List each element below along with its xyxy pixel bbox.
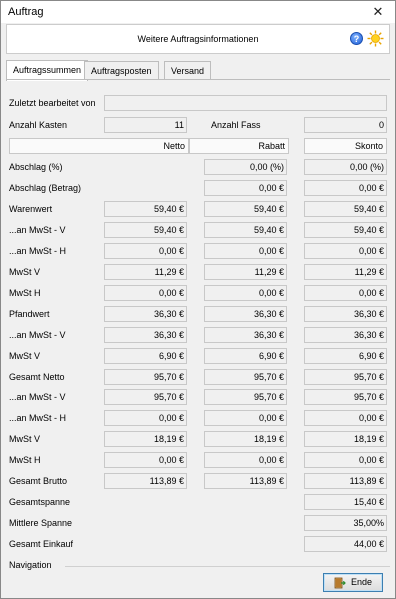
row-value-rabatt: 0,00 € bbox=[204, 410, 287, 426]
row-label: Gesamt Einkauf bbox=[9, 539, 74, 549]
title-bar: Auftrag ✕ bbox=[1, 1, 395, 23]
row-value-netto: 36,30 € bbox=[104, 327, 187, 343]
row-label: ...an MwSt - H bbox=[9, 246, 67, 256]
row-value-rabatt: 0,00 € bbox=[204, 243, 287, 259]
row-value-skonto: 0,00 € bbox=[304, 285, 387, 301]
row-value-skonto: 18,19 € bbox=[304, 431, 387, 447]
row-label: MwSt V bbox=[9, 434, 41, 444]
row-value-netto: 36,30 € bbox=[104, 306, 187, 322]
row-value-skonto: 95,70 € bbox=[304, 369, 387, 385]
anzahl-kasten-field: 11 bbox=[104, 117, 187, 133]
row-label: MwSt V bbox=[9, 351, 41, 361]
row-label: MwSt H bbox=[9, 455, 41, 465]
header-title: Weitere Auftragsinformationen bbox=[137, 34, 259, 44]
row-value-skonto: 59,40 € bbox=[304, 222, 387, 238]
exit-door-icon bbox=[334, 577, 346, 589]
row-label: Mittlere Spanne bbox=[9, 518, 73, 528]
row-value-netto: 113,89 € bbox=[104, 473, 187, 489]
row-value-netto: 6,90 € bbox=[104, 348, 187, 364]
row-label: ...an MwSt - V bbox=[9, 392, 66, 402]
navigation-label: Navigation bbox=[9, 560, 52, 570]
row-value-skonto: 11,29 € bbox=[304, 264, 387, 280]
row-value-rabatt: 0,00 € bbox=[204, 180, 287, 196]
row-value-rabatt: 0,00 € bbox=[204, 452, 287, 468]
row-value-skonto: 0,00 € bbox=[304, 243, 387, 259]
row-value-rabatt: 95,70 € bbox=[204, 369, 287, 385]
row-label: Gesamtspanne bbox=[9, 497, 71, 507]
row-value-netto: 95,70 € bbox=[104, 389, 187, 405]
row-label: ...an MwSt - V bbox=[9, 330, 66, 340]
row-value-rabatt: 36,30 € bbox=[204, 327, 287, 343]
last-edited-label: Zuletzt bearbeitet von bbox=[9, 98, 96, 108]
row-label: ...an MwSt - H bbox=[9, 413, 67, 423]
row-value-netto: 11,29 € bbox=[104, 264, 187, 280]
row-value-skonto: 44,00 € bbox=[304, 536, 387, 552]
last-edited-field bbox=[104, 95, 387, 111]
row-value-netto: 59,40 € bbox=[104, 201, 187, 217]
row-value-rabatt: 59,40 € bbox=[204, 201, 287, 217]
help-icon[interactable]: ? bbox=[350, 32, 363, 45]
row-value-netto: 0,00 € bbox=[104, 410, 187, 426]
row-value-rabatt: 0,00 € bbox=[204, 285, 287, 301]
row-value-rabatt: 95,70 € bbox=[204, 389, 287, 405]
row-label: Pfandwert bbox=[9, 309, 50, 319]
row-value-skonto: 0,00 (%) bbox=[304, 159, 387, 175]
row-value-skonto: 95,70 € bbox=[304, 389, 387, 405]
anzahl-fass-field: 0 bbox=[304, 117, 387, 133]
row-value-rabatt: 36,30 € bbox=[204, 306, 287, 322]
row-label: Abschlag (Betrag) bbox=[9, 183, 82, 193]
row-value-skonto: 59,40 € bbox=[304, 201, 387, 217]
row-value-rabatt: 18,19 € bbox=[204, 431, 287, 447]
row-value-rabatt: 6,90 € bbox=[204, 348, 287, 364]
auftrag-window: Auftrag ✕ Weitere Auftragsinformationen … bbox=[0, 0, 396, 599]
row-value-skonto: 36,30 € bbox=[304, 327, 387, 343]
row-value-skonto: 113,89 € bbox=[304, 473, 387, 489]
row-value-rabatt: 113,89 € bbox=[204, 473, 287, 489]
row-value-rabatt: 11,29 € bbox=[204, 264, 287, 280]
column-header-skonto: Skonto bbox=[304, 138, 387, 154]
row-value-skonto: 0,00 € bbox=[304, 180, 387, 196]
column-header-netto: Netto bbox=[9, 138, 189, 154]
tab-auftragsposten[interactable]: Auftragsposten bbox=[84, 61, 159, 80]
row-value-rabatt: 0,00 (%) bbox=[204, 159, 287, 175]
row-label: MwSt V bbox=[9, 267, 41, 277]
ende-button[interactable]: Ende bbox=[323, 573, 383, 592]
anzahl-fass-label: Anzahl Fass bbox=[211, 120, 261, 130]
row-label: MwSt H bbox=[9, 288, 41, 298]
row-value-netto: 0,00 € bbox=[104, 452, 187, 468]
sun-icon[interactable] bbox=[367, 30, 384, 47]
row-value-rabatt: 59,40 € bbox=[204, 222, 287, 238]
row-value-skonto: 15,40 € bbox=[304, 494, 387, 510]
column-header-rabatt: Rabatt bbox=[189, 138, 289, 154]
row-value-netto: 18,19 € bbox=[104, 431, 187, 447]
ende-button-label: Ende bbox=[351, 577, 373, 587]
row-value-netto: 0,00 € bbox=[104, 243, 187, 259]
header-panel: Weitere Auftragsinformationen ? bbox=[6, 24, 390, 54]
row-value-skonto: 35,00% bbox=[304, 515, 387, 531]
row-label: Abschlag (%) bbox=[9, 162, 63, 172]
tab-versand[interactable]: Versand bbox=[164, 61, 212, 80]
close-icon[interactable]: ✕ bbox=[367, 3, 389, 21]
row-label: ...an MwSt - V bbox=[9, 225, 66, 235]
row-value-skonto: 36,30 € bbox=[304, 306, 387, 322]
auftragssummen-panel: Zuletzt bearbeitet von Anzahl Kasten 11 … bbox=[6, 80, 390, 558]
tab-auftragssummen[interactable]: Auftragssummen bbox=[6, 60, 89, 81]
navigation-divider bbox=[65, 566, 390, 567]
row-value-skonto: 6,90 € bbox=[304, 348, 387, 364]
row-value-skonto: 0,00 € bbox=[304, 452, 387, 468]
row-label: Gesamt Brutto bbox=[9, 476, 68, 486]
row-label: Warenwert bbox=[9, 204, 53, 214]
window-title: Auftrag bbox=[8, 6, 44, 18]
row-label: Gesamt Netto bbox=[9, 372, 65, 382]
anzahl-kasten-label: Anzahl Kasten bbox=[9, 120, 68, 130]
row-value-netto: 59,40 € bbox=[104, 222, 187, 238]
row-value-netto: 95,70 € bbox=[104, 369, 187, 385]
row-value-skonto: 0,00 € bbox=[304, 410, 387, 426]
row-value-netto: 0,00 € bbox=[104, 285, 187, 301]
